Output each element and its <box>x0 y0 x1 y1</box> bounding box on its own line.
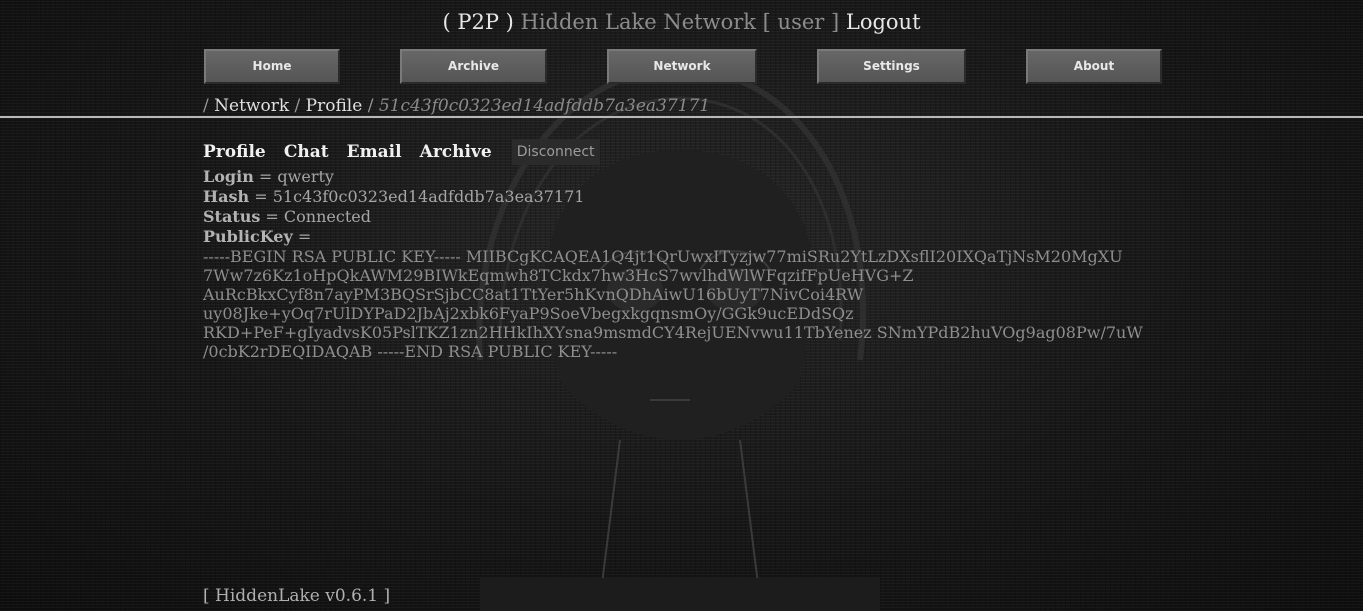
nav-archive-button[interactable]: Archive <box>400 49 547 84</box>
hash-key: Hash <box>203 187 250 206</box>
profile-tabs: Profile Chat Email Archive Disconnect <box>203 139 600 165</box>
nav-about-button[interactable]: About <box>1026 49 1162 84</box>
profile-info: Login = qwerty Hash = 51c43f0c0323ed14ad… <box>203 167 584 247</box>
public-key-line: AuRcBkxCyf8n7ayPM3BQSrSjbCC8at1TtYer5hKv… <box>203 285 864 304</box>
app-network-name: Hidden Lake Network <box>520 10 756 34</box>
breadcrumb-separator: / <box>362 96 379 116</box>
header-divider <box>0 116 1363 118</box>
login-value: = qwerty <box>253 167 334 186</box>
status-value: = Connected <box>260 207 371 226</box>
hash-row: Hash = 51c43f0c0323ed14adfddb7a3ea37171 <box>203 187 584 207</box>
breadcrumb-profile-link[interactable]: Profile <box>306 96 363 116</box>
tab-profile[interactable]: Profile <box>203 140 266 165</box>
public-key-line: RKD+PeF+gIyadvsK05PslTKZ1zn2HHkIhXYsna9m… <box>203 323 1143 342</box>
public-key-line: uy08Jke+yOq7rUlDYPaD2JbAj2xbk6FyaP9SoeVb… <box>203 304 854 323</box>
tab-chat[interactable]: Chat <box>284 140 329 165</box>
hash-value: = 51c43f0c0323ed14adfddb7a3ea37171 <box>249 187 585 206</box>
breadcrumb-separator: / <box>203 96 215 116</box>
logout-link[interactable]: Logout <box>846 10 921 34</box>
app-title: ( P2P ) Hidden Lake Network [ user ] Log… <box>0 9 1363 35</box>
nav-settings-button[interactable]: Settings <box>817 49 966 84</box>
user-label: [ user ] <box>762 10 840 34</box>
app-title-prefix: ( P2P ) <box>442 10 514 34</box>
nav-home-button[interactable]: Home <box>204 49 340 84</box>
tab-email[interactable]: Email <box>347 140 402 165</box>
public-key-text: -----BEGIN RSA PUBLIC KEY----- MIIBCgKCA… <box>203 247 1153 361</box>
breadcrumb-current-hash: 51c43f0c0323ed14adfddb7a3ea37171 <box>378 96 711 116</box>
public-key-line: 7Ww7z6Kz1oHpQkAWM29BIWkEqmwh8TCkdx7hw3Hc… <box>203 266 914 285</box>
breadcrumb: / Network / Profile / 51c43f0c0323ed14ad… <box>203 95 710 117</box>
version-footer: [ HiddenLake v0.6.1 ] <box>203 586 391 606</box>
publickey-eq: = <box>292 227 312 246</box>
breadcrumb-separator: / <box>289 96 306 116</box>
login-key: Login <box>203 167 254 186</box>
public-key-line: /0cbK2rDEQIDAQAB -----END RSA PUBLIC KEY… <box>203 342 618 361</box>
login-row: Login = qwerty <box>203 167 584 187</box>
disconnect-button[interactable]: Disconnect <box>511 139 600 165</box>
breadcrumb-network-link[interactable]: Network <box>214 96 289 116</box>
public-key-line: -----BEGIN RSA PUBLIC KEY----- MIIBCgKCA… <box>203 247 1123 266</box>
tab-archive[interactable]: Archive <box>420 140 492 165</box>
status-row: Status = Connected <box>203 207 584 227</box>
nav-network-button[interactable]: Network <box>607 49 757 84</box>
publickey-key: PublicKey <box>203 227 293 246</box>
publickey-row: PublicKey = <box>203 227 584 247</box>
status-key: Status <box>203 207 261 226</box>
